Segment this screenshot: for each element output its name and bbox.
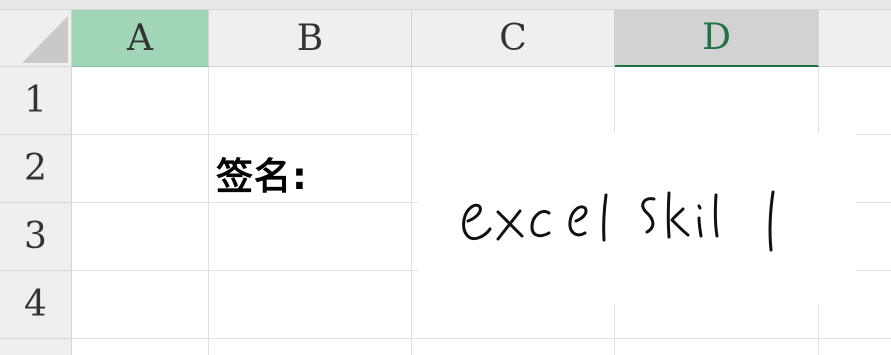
row-header-3[interactable]: 3 <box>0 203 72 271</box>
select-all-button[interactable] <box>0 10 72 67</box>
column-header-e-partial[interactable] <box>819 10 891 67</box>
gridline-col-c <box>411 67 412 355</box>
row-header-4[interactable]: 4 <box>0 271 72 339</box>
select-all-triangle-icon <box>22 16 68 63</box>
formula-bar-edge <box>0 0 891 10</box>
gridline-col-b <box>208 67 209 355</box>
gridline-row-5 <box>72 338 891 339</box>
column-header-d[interactable]: D <box>615 10 819 67</box>
column-header-a[interactable]: A <box>72 10 209 67</box>
cell-b2-signature-label[interactable]: 签名: <box>216 146 308 200</box>
row-header-5-partial[interactable] <box>0 339 72 355</box>
row-header-2[interactable]: 2 <box>0 135 72 203</box>
signature-strokes <box>462 190 775 252</box>
handwritten-signature-image[interactable] <box>418 132 856 304</box>
column-header-b[interactable]: B <box>209 10 412 67</box>
column-header-c[interactable]: C <box>412 10 615 67</box>
row-header-1[interactable]: 1 <box>0 67 72 135</box>
